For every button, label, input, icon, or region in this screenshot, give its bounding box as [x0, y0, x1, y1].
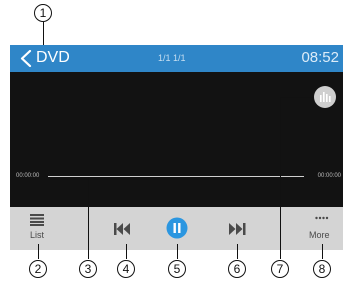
list-icon: [30, 214, 44, 226]
callout-7: 7: [271, 260, 289, 278]
source-title: DVD: [36, 49, 70, 66]
callout-7-leader: [280, 97, 281, 259]
elapsed-time: 00:00:00: [16, 173, 40, 179]
clock: 08:52: [301, 49, 339, 66]
callout-2-leader: [38, 244, 39, 259]
more-button[interactable]: More: [305, 212, 339, 246]
callout-3-leader: [88, 177, 89, 259]
skip-next-icon[interactable]: [229, 223, 247, 235]
more-dots-icon: [315, 216, 329, 220]
callout-4-leader: [126, 244, 127, 259]
callout-5: 5: [168, 260, 186, 278]
device-screen: DVD 1/1 1/1 08:52 00:00:00 00:00:00 List: [10, 45, 343, 250]
list-button[interactable]: List: [22, 212, 52, 246]
callout-8: 8: [313, 260, 331, 278]
callout-5-leader: [177, 244, 178, 259]
list-label: List: [30, 230, 45, 240]
total-time: 00:00:00: [317, 173, 341, 179]
more-label: More: [309, 230, 330, 240]
callout-2: 2: [29, 260, 47, 278]
header-bar: DVD 1/1 1/1 08:52: [10, 45, 343, 72]
progress-bar[interactable]: [48, 176, 304, 177]
track-info: 1/1 1/1: [158, 53, 186, 63]
equalizer-icon: [320, 92, 331, 102]
skip-previous-icon[interactable]: [114, 223, 132, 235]
pause-icon[interactable]: [166, 217, 188, 239]
callout-4: 4: [117, 260, 135, 278]
callout-1: 1: [34, 4, 52, 22]
chevron-left-icon[interactable]: [19, 50, 33, 67]
callout-3: 3: [79, 260, 97, 278]
equalizer-button[interactable]: [314, 86, 336, 108]
callout-6-leader: [237, 244, 238, 259]
callout-8-leader: [322, 244, 323, 259]
callout-7-leader-horizontal: [280, 97, 314, 98]
callout-6: 6: [228, 260, 246, 278]
